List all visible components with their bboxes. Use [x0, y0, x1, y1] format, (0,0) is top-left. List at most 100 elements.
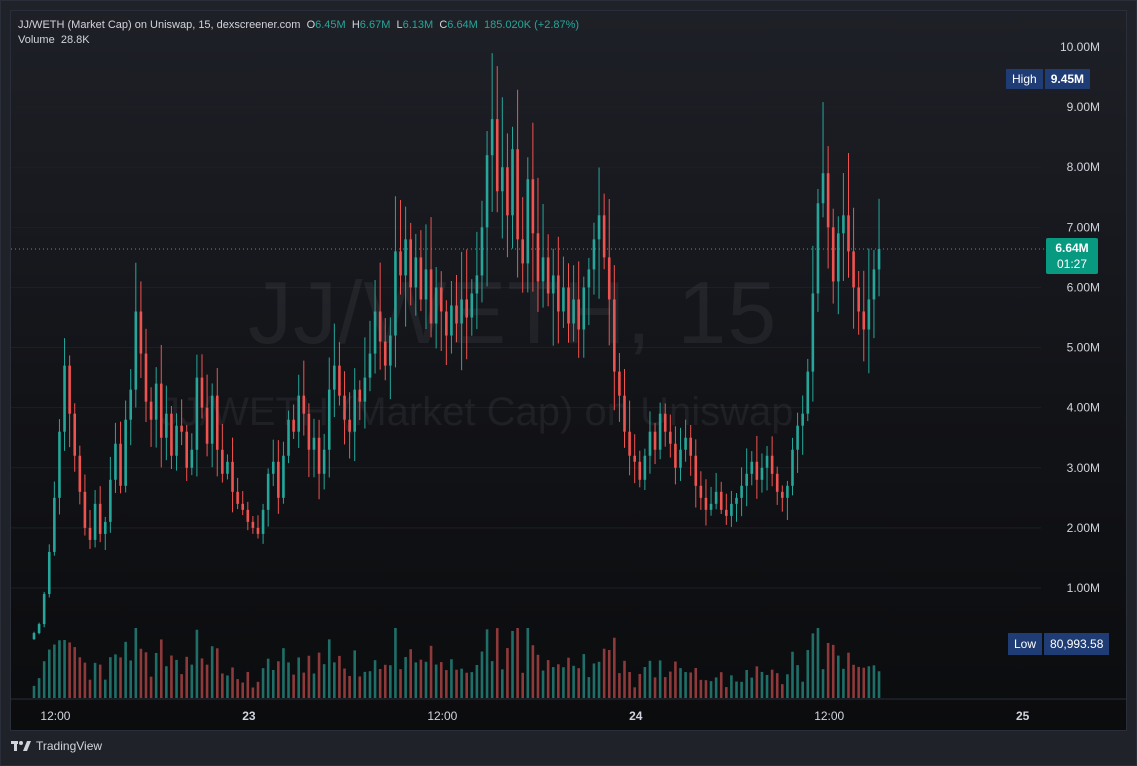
- volume-bar: [165, 666, 168, 698]
- volume-label[interactable]: Volume: [18, 34, 55, 46]
- x-tick-label: 12:00: [40, 709, 70, 723]
- volume-bar: [343, 668, 346, 698]
- symbol-title[interactable]: JJ/WETH (Market Cap) on Uniswap, 15, dex…: [18, 19, 300, 31]
- volume-bar: [297, 657, 301, 698]
- candle-body: [261, 509, 265, 534]
- candle-body: [312, 437, 316, 450]
- candle-body: [521, 239, 524, 264]
- candle-body: [755, 461, 759, 480]
- volume-legend: Volume 28.8K: [18, 34, 90, 46]
- chart-plot-area[interactable]: 10.00M 9.00M 8.00M 7.00M 6.00M 5.00M 4.00M 3.00…: [10, 10, 1127, 731]
- volume-bar: [587, 677, 591, 698]
- candle-body: [857, 287, 860, 312]
- volume-bar: [740, 681, 743, 698]
- volume-bar: [699, 679, 703, 698]
- volume-bar: [277, 661, 280, 698]
- candlestick-chart[interactable]: 10.00M 9.00M 8.00M 7.00M 6.00M 5.00M 4.00M 3.00…: [11, 11, 1126, 730]
- volume-bar: [409, 649, 413, 698]
- volume-bar: [317, 652, 321, 698]
- volume-bar: [195, 629, 199, 698]
- volume-bar: [765, 674, 769, 698]
- volume-bar: [292, 674, 295, 698]
- candle-body: [602, 215, 606, 258]
- candle-body: [317, 437, 321, 474]
- volume-bar: [506, 648, 509, 698]
- candle-body: [750, 461, 754, 474]
- volume-bar: [190, 664, 194, 698]
- volume-bar: [689, 672, 692, 698]
- candle-body: [796, 425, 799, 450]
- volume-bar: [389, 665, 392, 698]
- volume-bar: [445, 670, 448, 698]
- volume-bar: [414, 662, 418, 698]
- candle-body: [144, 353, 148, 402]
- volume-bar: [32, 685, 36, 698]
- volume-bar: [613, 637, 616, 698]
- volume-bar: [837, 655, 840, 698]
- volume-bar: [261, 668, 265, 698]
- candle-body: [719, 491, 723, 510]
- volume-bar: [485, 629, 489, 698]
- volume-bar: [241, 682, 245, 698]
- volume-bar: [546, 660, 550, 698]
- candle-body: [826, 173, 830, 228]
- candle-body: [526, 179, 530, 264]
- volume-bar: [801, 681, 804, 698]
- volume-bar: [302, 672, 306, 698]
- volume-bar: [465, 672, 468, 698]
- volume-bar: [139, 648, 143, 698]
- volume-bar: [796, 665, 799, 698]
- x-tick-label: 12:00: [427, 709, 457, 723]
- volume-bar: [307, 655, 311, 698]
- y-tick-label: 3.00M: [1067, 461, 1100, 475]
- candle-body: [149, 401, 153, 420]
- candle-body: [282, 455, 285, 498]
- volume-bar: [592, 663, 596, 698]
- watermark-subtitle: JJ/WETH (Market Cap) on Uniswap: [160, 390, 794, 434]
- volume-bar: [98, 664, 102, 698]
- candle-body: [704, 497, 708, 510]
- candle-body: [770, 455, 774, 474]
- tradingview-name: TradingView: [36, 739, 103, 753]
- y-tick-label: 8.00M: [1067, 160, 1100, 174]
- volume-bar: [745, 669, 748, 698]
- volume-bar: [490, 661, 494, 698]
- volume-bar: [53, 644, 56, 698]
- volume-bar: [679, 668, 682, 698]
- volume-bar: [770, 669, 774, 698]
- high-label: H: [351, 19, 360, 31]
- candle-body: [236, 491, 239, 504]
- volume-bar: [175, 659, 178, 698]
- volume-bar: [353, 650, 357, 698]
- volume-bar: [63, 640, 66, 698]
- candle-body: [129, 389, 133, 420]
- tradingview-logo[interactable]: TradingView: [10, 739, 102, 753]
- volume-bar: [221, 673, 224, 698]
- volume-bar: [557, 664, 560, 698]
- volume-bar: [842, 668, 845, 698]
- volume-bar: [684, 672, 687, 698]
- candle-body: [862, 311, 866, 330]
- candle-body: [699, 485, 703, 498]
- volume-value: 28.8K: [60, 34, 90, 46]
- close-value: 6.64M: [447, 19, 478, 31]
- change-value: 185.020K (+2.87%): [483, 19, 580, 31]
- volume-bar: [872, 665, 876, 698]
- volume-bar: [394, 628, 397, 698]
- candle-body: [694, 455, 698, 486]
- high-badge-label: High: [1006, 69, 1043, 89]
- volume-bar: [159, 639, 163, 698]
- volume-bar: [511, 630, 514, 698]
- candle-body: [735, 497, 738, 504]
- volume-bar: [200, 658, 204, 698]
- high-badge: High 9.45M: [1006, 69, 1091, 89]
- candle-body: [124, 419, 127, 486]
- candle-body: [516, 149, 519, 240]
- candle-body: [58, 431, 61, 498]
- low-badge-label: Low: [1008, 633, 1043, 655]
- y-tick-label: 10.00M: [1060, 40, 1100, 54]
- volume-bar: [607, 649, 611, 698]
- volume-bar: [521, 672, 524, 698]
- volume-bar: [725, 687, 728, 698]
- candle-body: [684, 437, 687, 450]
